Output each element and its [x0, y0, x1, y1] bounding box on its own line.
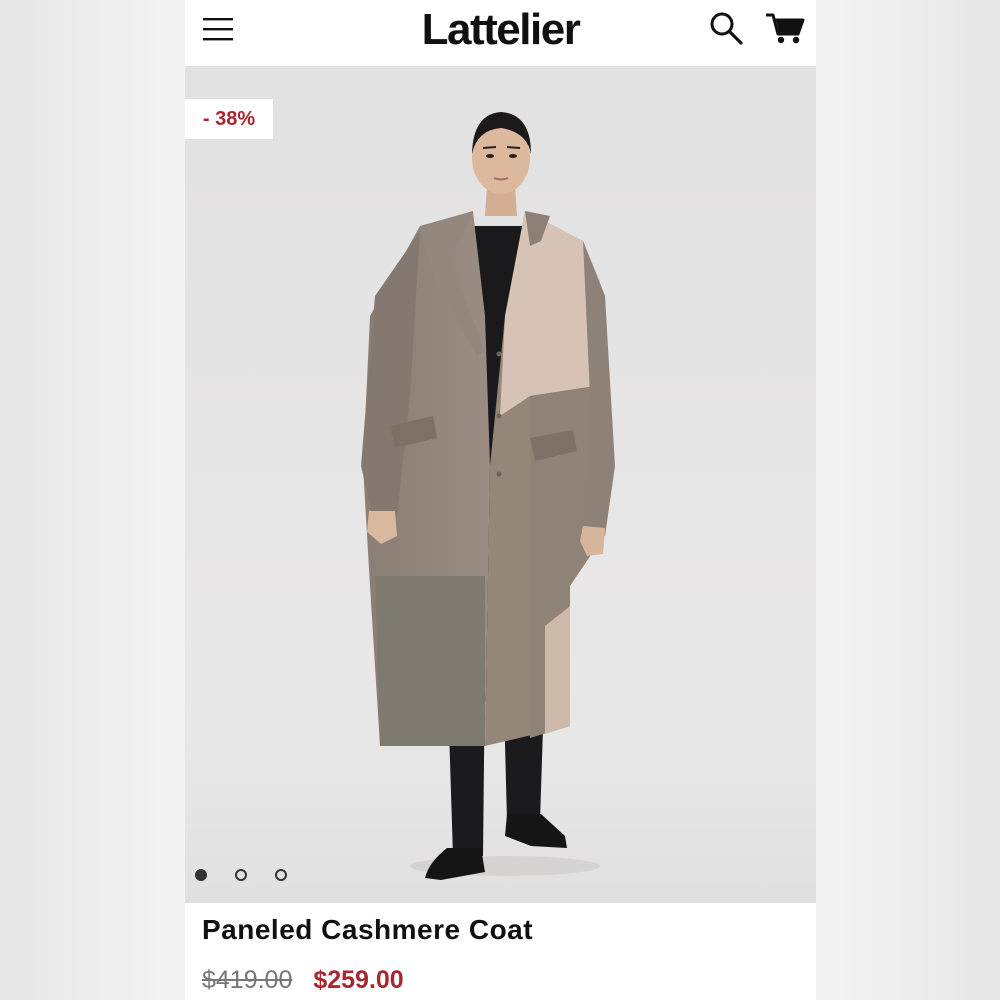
carousel-dot-1[interactable]: [195, 869, 207, 881]
paneled-cashmere-coat-model-image: [185, 112, 816, 903]
sale-price: $259.00: [313, 966, 404, 994]
carousel-dot-2[interactable]: [235, 869, 247, 881]
shopping-cart-icon[interactable]: [765, 10, 805, 46]
top-navigation-bar: Lattelier: [185, 0, 816, 66]
product-page: Lattelier - 38% Paneled Cashmere Coat $4…: [185, 0, 816, 1000]
price-row: $419.00 $259.00: [202, 966, 404, 995]
carousel-dot-3[interactable]: [275, 869, 287, 881]
screen: Lattelier - 38% Paneled Cashmere Coat $4…: [0, 0, 1000, 1000]
product-title: Paneled Cashmere Coat: [202, 914, 534, 945]
original-price: $419.00: [202, 966, 293, 994]
product-image-gallery[interactable]: - 38%: [185, 66, 816, 903]
search-icon[interactable]: [708, 10, 744, 46]
discount-badge: - 38%: [185, 99, 273, 139]
